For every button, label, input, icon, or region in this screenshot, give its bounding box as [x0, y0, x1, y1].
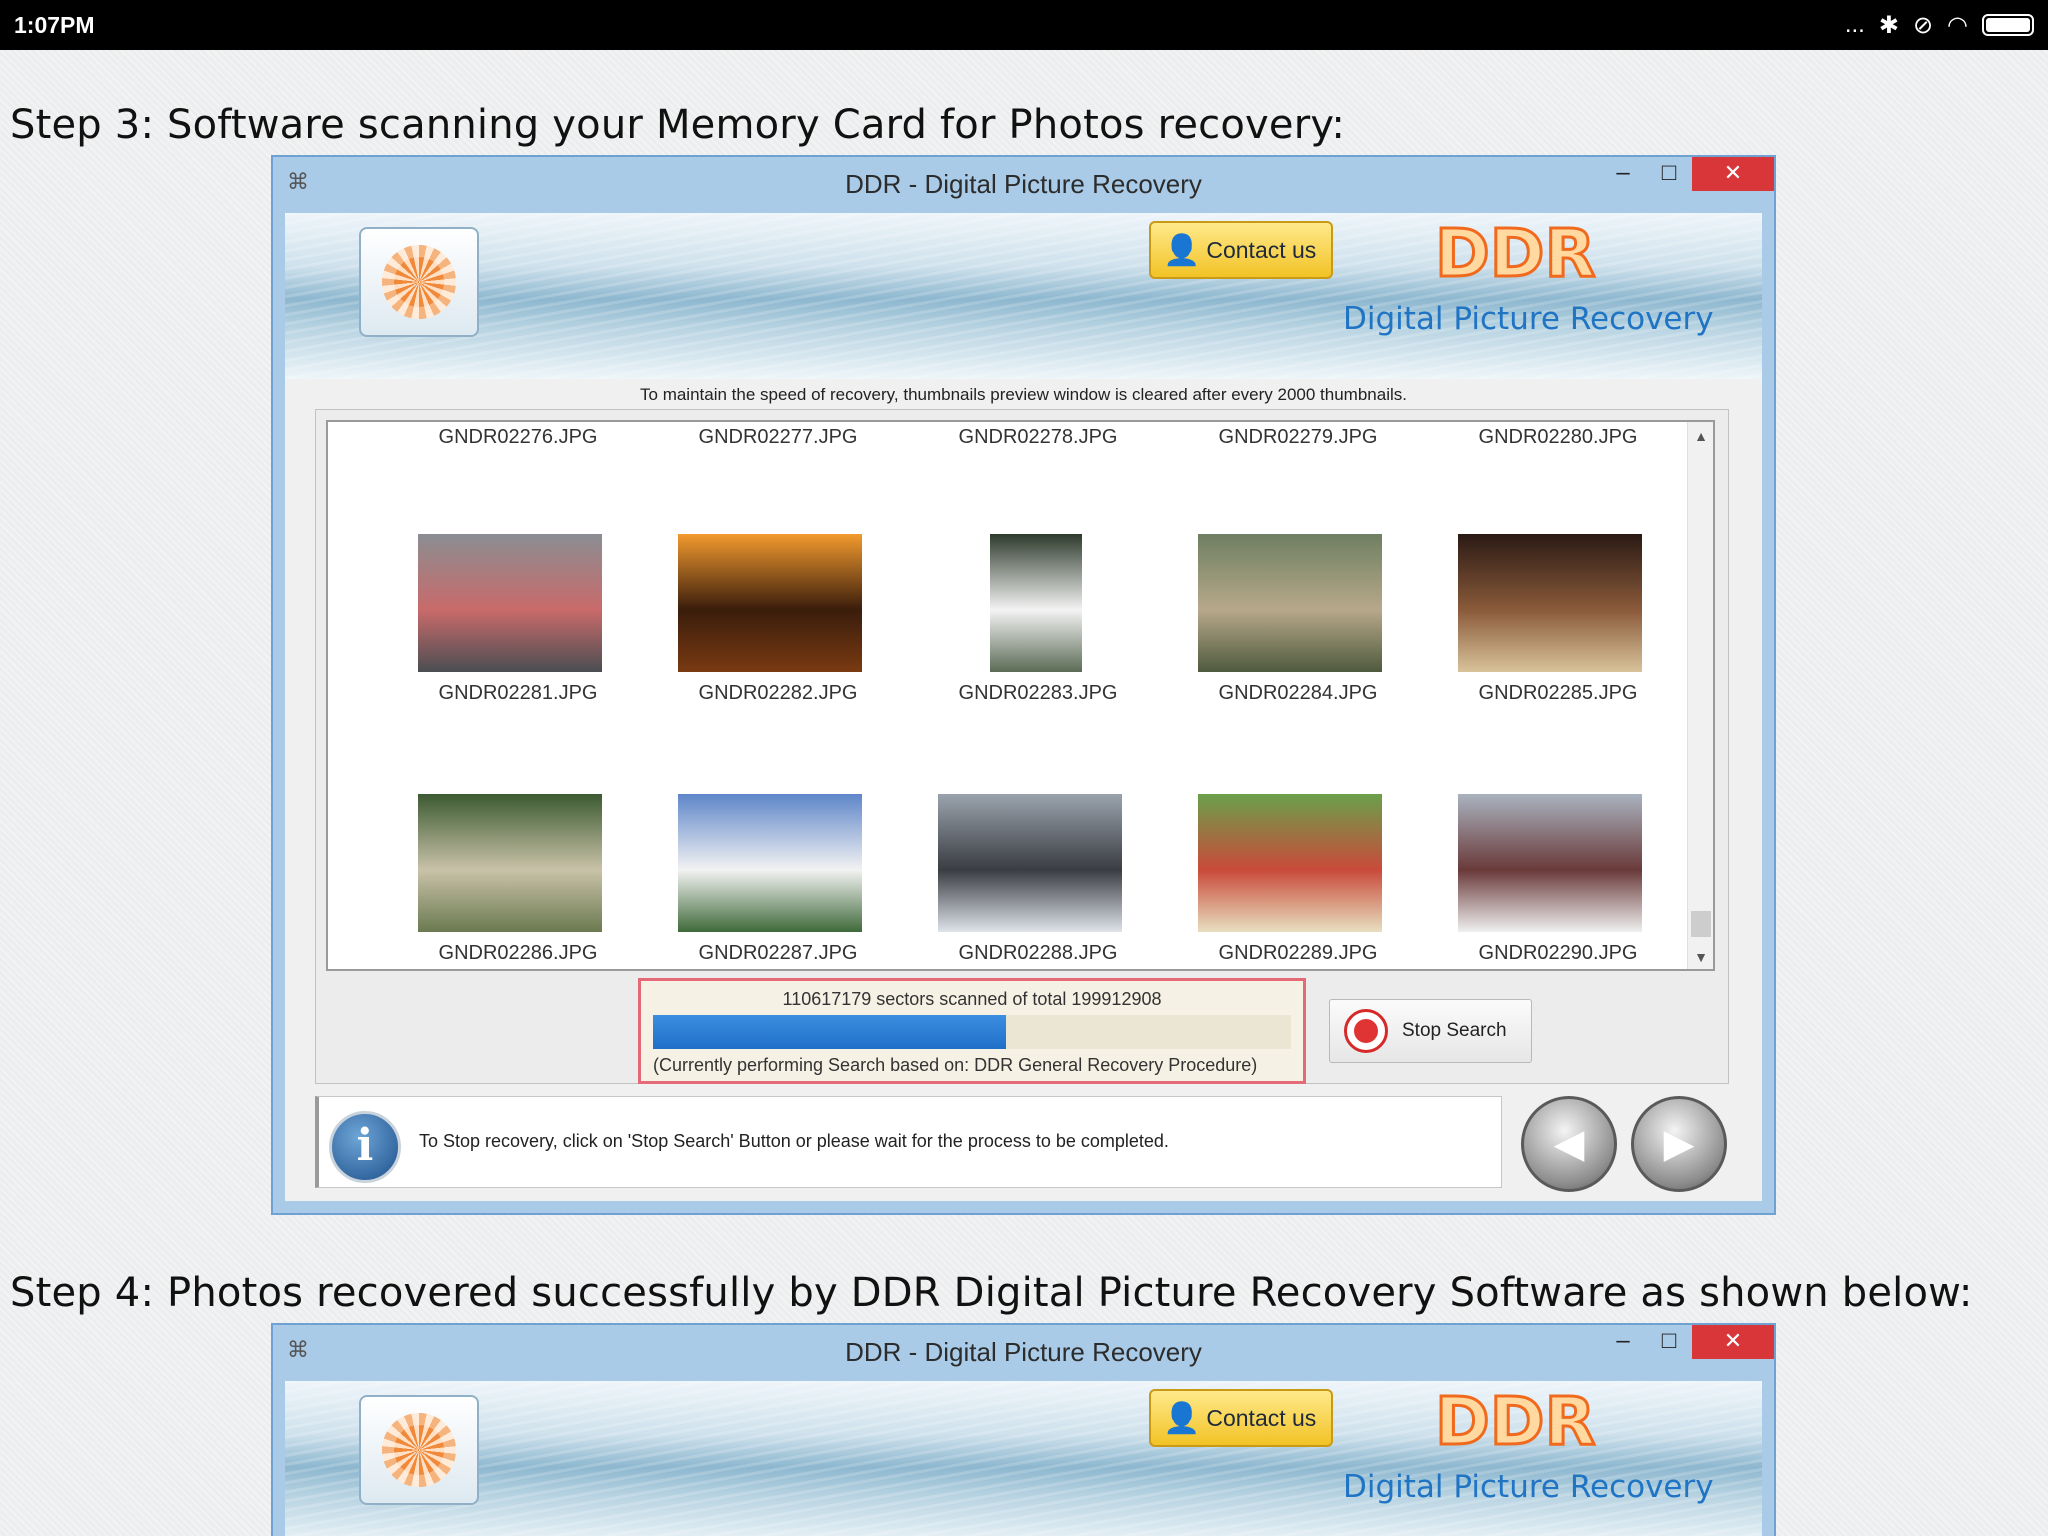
- thumbnail-note: To maintain the speed of recovery, thumb…: [640, 385, 1407, 404]
- photo-thumbnail[interactable]: [418, 794, 602, 932]
- contact-us-label-2: Contact us: [1206, 1404, 1317, 1431]
- thumbnail-filename: GNDR02288.JPG: [958, 942, 1118, 964]
- thumbnail-filename: GNDR02283.JPG: [958, 682, 1118, 704]
- thumbnail-filename: GNDR02289.JPG: [1218, 942, 1378, 964]
- photo-thumbnail[interactable]: [1198, 794, 1382, 932]
- title-bar-2[interactable]: ⌘ DDR - Digital Picture Recovery – □ ✕: [273, 1325, 1774, 1373]
- brand-logo-text: DDR: [1433, 214, 1596, 294]
- wifi-icon: ◠: [1947, 11, 1968, 39]
- window-client-2: 👤 Contact us DDR Digital Picture Recover…: [285, 1381, 1762, 1536]
- thumbnail-filename: GNDR02285.JPG: [1478, 682, 1638, 704]
- photo-thumbnail[interactable]: [418, 534, 602, 672]
- thumbnail-filename: GNDR02284.JPG: [1218, 682, 1378, 704]
- app-window-recovered: ⌘ DDR - Digital Picture Recovery – □ ✕ 👤…: [271, 1323, 1776, 1536]
- app-logo: [359, 227, 479, 337]
- progress-bar: [653, 1015, 1291, 1049]
- banner-2: 👤 Contact us DDR Digital Picture Recover…: [285, 1381, 1762, 1536]
- thumbnail-filename: GNDR02290.JPG: [1478, 942, 1638, 964]
- info-icon: i: [329, 1111, 401, 1183]
- app-window-scanning: ⌘ DDR - Digital Picture Recovery – □ ✕ 👤…: [271, 155, 1776, 1215]
- brand-subtitle: Digital Picture Recovery: [1343, 301, 1714, 337]
- window-client: 👤 Contact us DDR Digital Picture Recover…: [285, 213, 1762, 1201]
- banner: 👤 Contact us DDR Digital Picture Recover…: [285, 213, 1762, 379]
- close-button-2[interactable]: ✕: [1692, 1325, 1774, 1359]
- brand-subtitle-2: Digital Picture Recovery: [1343, 1469, 1714, 1505]
- info-bar: i To Stop recovery, click on 'Stop Searc…: [315, 1096, 1502, 1188]
- contact-us-label: Contact us: [1206, 236, 1317, 263]
- scrollbar-thumb[interactable]: [1691, 911, 1711, 937]
- step4-heading: Step 4: Photos recovered successfully by…: [10, 1270, 1973, 1316]
- back-button[interactable]: ◀: [1521, 1096, 1617, 1192]
- contact-us-button-2[interactable]: 👤 Contact us: [1149, 1389, 1333, 1447]
- logo-icon-2: [382, 1413, 456, 1487]
- close-button[interactable]: ✕: [1692, 157, 1774, 191]
- window-title: DDR - Digital Picture Recovery: [845, 169, 1202, 199]
- right-arrow-icon: ▶: [1663, 1122, 1695, 1166]
- window-controls: – □ ✕: [1600, 157, 1774, 191]
- scroll-down-icon[interactable]: ▼: [1688, 949, 1713, 965]
- thumbnail-filename: GNDR02277.JPG: [698, 426, 858, 448]
- sectors-scanned-text: 110617179 sectors scanned of total 19991…: [782, 989, 1162, 1009]
- thumbnail-filename: GNDR02282.JPG: [698, 682, 858, 704]
- photo-thumbnail[interactable]: [990, 534, 1082, 672]
- scan-progress-box: 110617179 sectors scanned of total 19991…: [638, 978, 1306, 1084]
- overflow-dots: ...: [1844, 11, 1865, 38]
- status-icons: ... ✱ ⊘ ◠: [1845, 11, 2034, 40]
- brand-logo-text-2: DDR: [1433, 1382, 1596, 1462]
- stop-search-label: Stop Search: [1402, 1020, 1507, 1041]
- stop-icon: [1344, 1009, 1388, 1053]
- maximize-button[interactable]: □: [1646, 157, 1692, 191]
- status-bar: 1:07PM ... ✱ ⊘ ◠: [0, 0, 2048, 50]
- thumbnail-filename: GNDR02278.JPG: [958, 426, 1118, 448]
- step3-heading: Step 3: Software scanning your Memory Ca…: [10, 102, 1346, 148]
- person-icon-2: 👤: [1163, 1401, 1201, 1435]
- scan-panel: ▲ ▼ GNDR02276.JPG GNDR02277.JPG GNDR02278.…: [315, 409, 1729, 1084]
- minimize-button-2[interactable]: –: [1600, 1325, 1646, 1359]
- thumbnail-filename: GNDR02276.JPG: [438, 426, 598, 448]
- photo-thumbnail[interactable]: [1198, 534, 1382, 672]
- left-arrow-icon: ◀: [1553, 1122, 1585, 1166]
- battery-icon: [1982, 14, 2034, 36]
- info-text: To Stop recovery, click on 'Stop Search'…: [419, 1131, 1169, 1151]
- thumbnail-filename: GNDR02280.JPG: [1478, 426, 1638, 448]
- photo-thumbnail[interactable]: [1458, 794, 1642, 932]
- maximize-button-2[interactable]: □: [1646, 1325, 1692, 1359]
- contact-us-button[interactable]: 👤 Contact us: [1149, 221, 1333, 279]
- app-logo-2: [359, 1395, 479, 1505]
- photo-thumbnail[interactable]: [1458, 534, 1642, 672]
- thumbnail-filename: GNDR02281.JPG: [438, 682, 598, 704]
- clock: 1:07PM: [14, 11, 95, 38]
- mute-icon: ⊘: [1912, 11, 1934, 39]
- scroll-up-icon[interactable]: ▲: [1688, 428, 1713, 444]
- bluetooth-icon: ✱: [1878, 11, 1899, 39]
- stop-search-button[interactable]: Stop Search: [1329, 999, 1532, 1063]
- thumbnail-filename: GNDR02286.JPG: [438, 942, 598, 964]
- next-button[interactable]: ▶: [1631, 1096, 1727, 1192]
- progress-fill: [653, 1015, 1006, 1049]
- window-controls-2: – □ ✕: [1600, 1325, 1774, 1359]
- thumbnail-filename: GNDR02287.JPG: [698, 942, 858, 964]
- photo-thumbnail[interactable]: [678, 534, 862, 672]
- photo-thumbnail[interactable]: [938, 794, 1122, 932]
- title-bar[interactable]: ⌘ DDR - Digital Picture Recovery – □ ✕: [273, 157, 1774, 205]
- person-icon: 👤: [1163, 233, 1201, 267]
- photo-thumbnail[interactable]: [678, 794, 862, 932]
- procedure-text: (Currently performing Search based on: D…: [653, 1055, 1258, 1075]
- thumbnail-gallery[interactable]: ▲ ▼ GNDR02276.JPG GNDR02277.JPG GNDR02278.…: [326, 420, 1715, 971]
- vertical-scrollbar[interactable]: ▲ ▼: [1687, 422, 1713, 969]
- minimize-button[interactable]: –: [1600, 157, 1646, 191]
- logo-icon: [382, 245, 456, 319]
- window-title-2: DDR - Digital Picture Recovery: [845, 1337, 1202, 1367]
- thumbnail-filename: GNDR02279.JPG: [1218, 426, 1378, 448]
